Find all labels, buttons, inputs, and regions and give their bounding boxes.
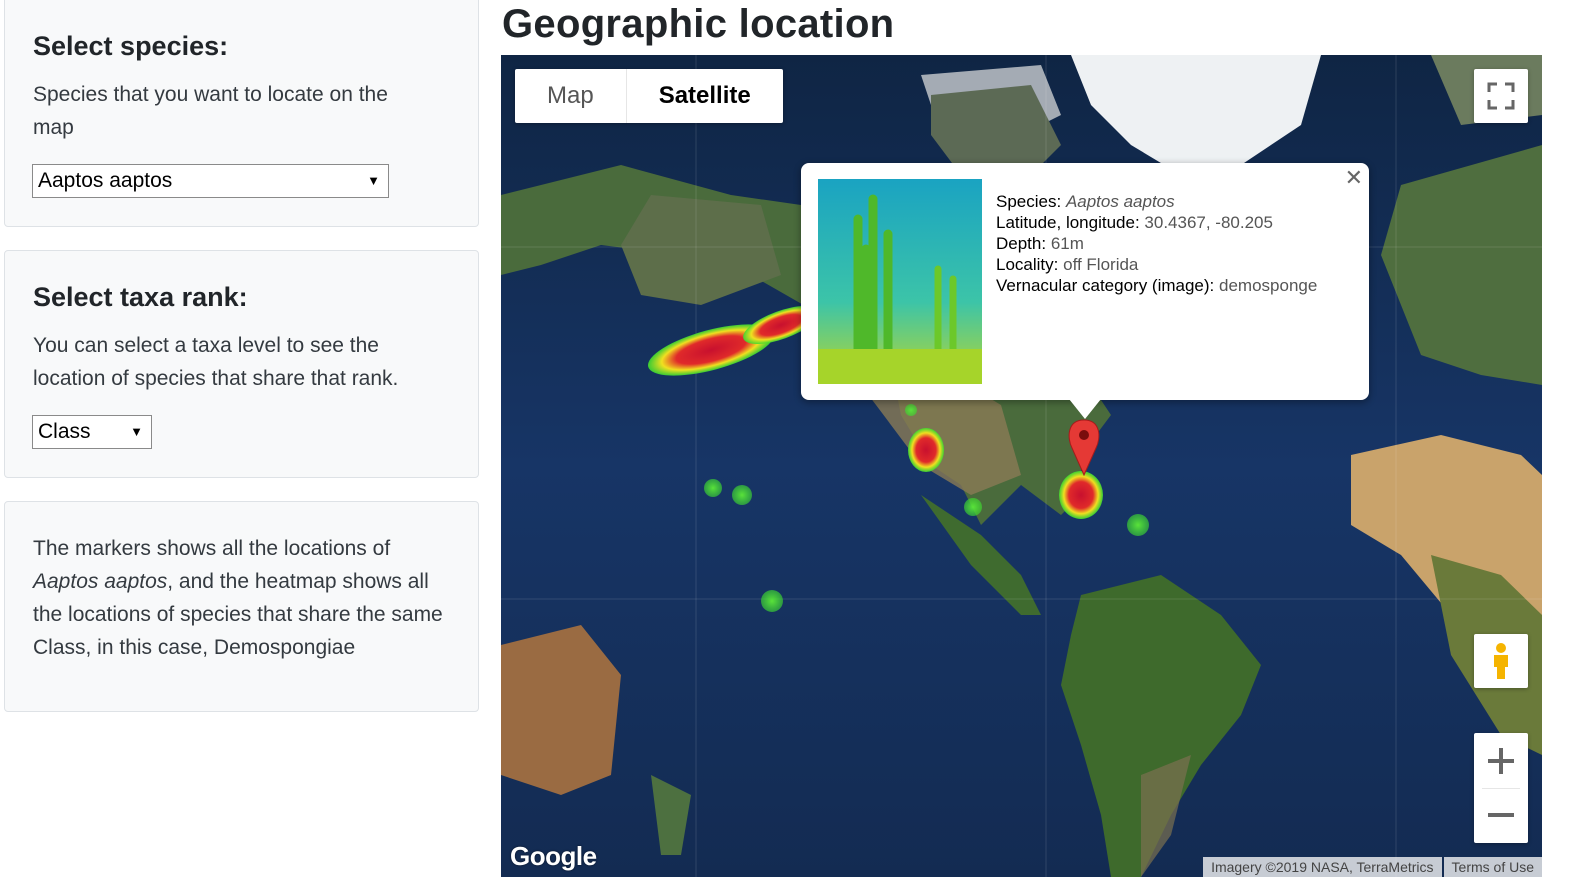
- legend-species: Aaptos aaptos: [33, 570, 168, 593]
- popup-latlng-row: Latitude, longitude: 30.4367, -80.205: [996, 212, 1317, 233]
- zoom-in-button[interactable]: [1474, 733, 1528, 788]
- page-title: Geographic location: [502, 2, 895, 46]
- terms-of-use-link[interactable]: Terms of Use: [1443, 857, 1542, 877]
- popup-depth-value: 61m: [1050, 234, 1084, 253]
- species-panel-description: Species that you want to locate on the m…: [33, 83, 388, 139]
- zoom-control: [1474, 733, 1528, 843]
- map-type-map-button[interactable]: Map: [515, 69, 626, 123]
- info-window: ✕ Species: Aaptos aaptos Latitude, longi…: [801, 163, 1369, 419]
- popup-latlng-label: Latitude, longitude:: [996, 213, 1140, 232]
- map-type-satellite-button[interactable]: Satellite: [625, 69, 783, 123]
- popup-vernacular-label: Vernacular category (image):: [996, 276, 1215, 295]
- legend-panel: The markers shows all the locations of A…: [4, 501, 479, 712]
- popup-locality-value: off Florida: [1063, 255, 1139, 274]
- info-window-details: Species: Aaptos aaptos Latitude, longitu…: [996, 191, 1317, 296]
- chevron-down-icon: ▼: [367, 173, 380, 188]
- zoom-out-button[interactable]: [1474, 788, 1528, 843]
- close-icon[interactable]: ✕: [1345, 165, 1363, 191]
- species-panel-title: Select species:: [33, 31, 229, 61]
- popup-vernacular-value: demosponge: [1219, 276, 1318, 295]
- species-image: [818, 179, 982, 384]
- map-container[interactable]: Map Satellite ✕ Species: Aaptos aaptos L…: [501, 55, 1542, 877]
- popup-species-value: Aaptos aaptos: [1065, 192, 1175, 211]
- imagery-attribution: Imagery ©2019 NASA, TerraMetrics: [1203, 857, 1442, 877]
- fullscreen-icon: [1487, 82, 1515, 110]
- popup-locality-row: Locality: off Florida: [996, 254, 1317, 275]
- popup-vernacular-row: Vernacular category (image): demosponge: [996, 275, 1317, 296]
- popup-locality-label: Locality:: [996, 255, 1059, 274]
- legend-text-1: The markers shows all the locations of: [33, 537, 391, 560]
- popup-species-row: Species: Aaptos aaptos: [996, 191, 1317, 212]
- zoom-in-icon: [1488, 748, 1514, 774]
- species-select[interactable]: Aaptos aaptos ▼: [32, 164, 389, 198]
- species-select-value: Aaptos aaptos: [38, 169, 173, 192]
- taxa-panel-description: You can select a taxa level to see the l…: [33, 334, 399, 390]
- fullscreen-button[interactable]: [1474, 69, 1528, 123]
- popup-species-label: Species:: [996, 192, 1062, 211]
- taxa-panel-title: Select taxa rank:: [33, 282, 248, 312]
- taxa-rank-select-value: Class: [38, 420, 91, 443]
- street-view-button[interactable]: [1474, 634, 1528, 688]
- google-logo[interactable]: Google: [510, 841, 597, 872]
- popup-depth-row: Depth: 61m: [996, 233, 1317, 254]
- zoom-out-icon: [1488, 813, 1514, 817]
- legend-text: The markers shows all the locations of A…: [33, 532, 448, 664]
- pegman-icon: [1494, 643, 1508, 679]
- popup-latlng-value: 30.4367, -80.205: [1144, 213, 1273, 232]
- taxa-rank-select[interactable]: Class ▼: [32, 415, 152, 449]
- popup-depth-label: Depth:: [996, 234, 1047, 253]
- chevron-down-icon: ▼: [130, 424, 143, 439]
- info-window-tail: [1069, 399, 1101, 419]
- map-type-control: Map Satellite: [515, 69, 783, 123]
- map-attribution: Imagery ©2019 NASA, TerraMetrics Terms o…: [1203, 857, 1542, 877]
